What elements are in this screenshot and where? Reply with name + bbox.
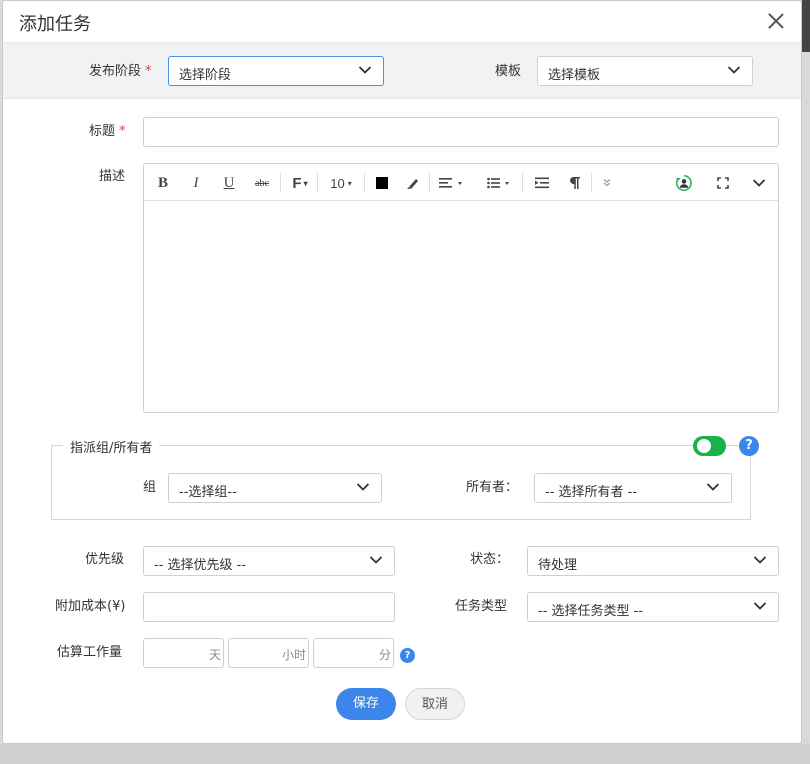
collapse-icon[interactable]	[749, 172, 769, 194]
save-button[interactable]: 保存	[336, 688, 396, 720]
help-icon[interactable]: ?	[400, 648, 415, 663]
strikethrough-icon[interactable]: abc	[250, 172, 274, 194]
template-select-value: 选择模板	[548, 68, 601, 83]
title-input[interactable]	[143, 117, 779, 147]
unit-hour: 小时	[281, 648, 306, 662]
task-type-select[interactable]: -- 选择任务类型 --	[527, 592, 779, 622]
chevron-down-icon	[727, 66, 741, 74]
bullet-list-icon[interactable]	[484, 172, 514, 194]
background-page	[802, 0, 810, 52]
chevron-down-icon	[356, 483, 370, 491]
chevron-down-icon	[358, 66, 372, 74]
toolbar-divider	[522, 173, 523, 192]
status-select-value: 待处理	[538, 558, 578, 573]
priority-select[interactable]: -- 选择优先级 --	[143, 546, 395, 576]
text-color-icon[interactable]	[373, 172, 391, 194]
toolbar-divider	[317, 173, 318, 192]
fullscreen-icon[interactable]	[713, 172, 733, 194]
required-mark: *	[145, 64, 152, 79]
estimate-label: 估算工作量	[57, 645, 123, 660]
overlay-backdrop	[0, 744, 810, 764]
assign-toggle[interactable]	[693, 436, 726, 456]
toolbar-divider	[591, 173, 592, 192]
description-content[interactable]	[144, 201, 778, 412]
title-label: 标题 *	[89, 124, 126, 139]
description-label: 描述	[99, 169, 126, 184]
required-mark: *	[119, 124, 126, 139]
underline-icon[interactable]: U	[220, 172, 238, 194]
font-family-icon[interactable]: F ▾	[289, 172, 311, 194]
extra-cost-label: 附加成本(¥)	[55, 599, 126, 614]
owner-label: 所有者：	[466, 480, 519, 495]
cancel-button[interactable]: 取消	[405, 688, 465, 720]
align-icon[interactable]	[436, 172, 466, 194]
chevron-down-icon	[369, 556, 383, 564]
assign-section-title: 指派组/所有者	[63, 437, 160, 456]
dialog-header: 添加任务	[3, 1, 801, 43]
stage-select-value: 选择阶段	[179, 68, 232, 83]
status-select[interactable]: 待处理	[527, 546, 779, 576]
chevron-down-icon	[753, 602, 767, 610]
extra-cost-input[interactable]	[143, 592, 395, 622]
task-type-select-value: -- 选择任务类型 --	[538, 604, 644, 619]
more-icon[interactable]	[599, 172, 615, 194]
estimate-days-input[interactable]: 天	[143, 638, 224, 668]
dialog-title: 添加任务	[19, 14, 91, 35]
close-icon[interactable]	[767, 12, 785, 30]
group-select-value: --选择组--	[179, 485, 237, 500]
indent-icon[interactable]	[532, 172, 552, 194]
chevron-down-icon	[753, 556, 767, 564]
owner-select-value: -- 选择所有者 --	[545, 485, 638, 500]
unit-day: 天	[208, 648, 221, 662]
unit-minute: 分	[378, 648, 391, 662]
estimate-hours-input[interactable]: 小时	[228, 638, 309, 668]
toolbar-divider	[364, 173, 365, 192]
add-task-dialog: 添加任务 发布阶段 * 选择阶段 模板 选择模板 标题 * 描述 B I U abc…	[2, 0, 802, 744]
template-label: 模板	[495, 64, 522, 79]
chevron-down-icon	[706, 483, 720, 491]
priority-select-value: -- 选择优先级 --	[154, 558, 247, 573]
stage-label: 发布阶段 *	[89, 64, 152, 79]
bold-icon[interactable]: B	[154, 172, 172, 194]
user-sync-icon[interactable]	[673, 172, 695, 194]
italic-icon[interactable]: I	[187, 172, 205, 194]
group-select[interactable]: --选择组--	[168, 473, 382, 503]
estimate-minutes-input[interactable]: 分	[313, 638, 394, 668]
toolbar-divider	[280, 173, 281, 192]
help-icon[interactable]: ?	[739, 436, 759, 456]
editor-toolbar: B I U abc F ▾ 10 ▾	[144, 164, 778, 201]
priority-label: 优先级	[85, 552, 125, 567]
paragraph-icon[interactable]	[566, 172, 584, 194]
stage-select[interactable]: 选择阶段	[168, 56, 384, 86]
template-select[interactable]: 选择模板	[537, 56, 753, 86]
highlight-icon[interactable]	[404, 172, 422, 194]
font-size-icon[interactable]: 10 ▾	[326, 172, 356, 194]
status-label: 状态：	[470, 552, 510, 567]
group-label: 组	[143, 480, 157, 495]
description-editor: B I U abc F ▾ 10 ▾	[143, 163, 779, 413]
toolbar-divider	[429, 173, 430, 192]
toggle-knob	[697, 439, 711, 453]
task-type-label: 任务类型	[455, 599, 508, 614]
owner-select[interactable]: -- 选择所有者 --	[534, 473, 732, 503]
